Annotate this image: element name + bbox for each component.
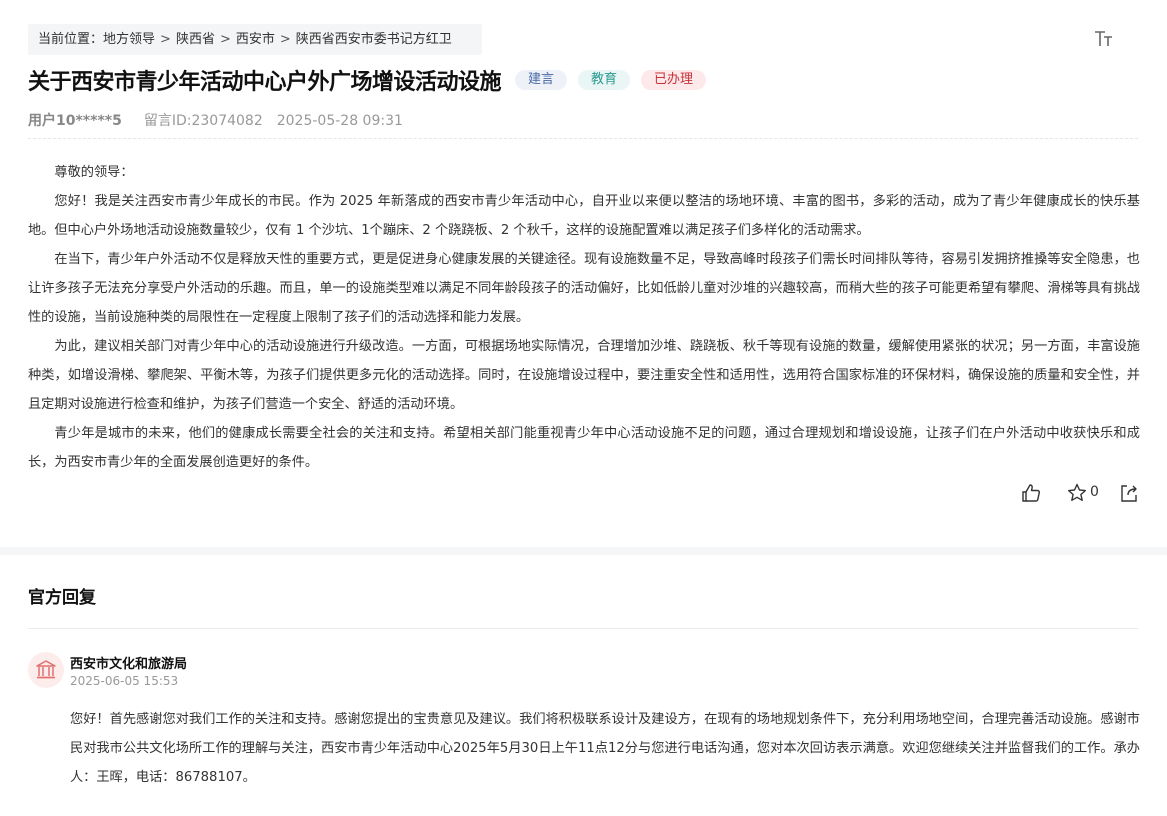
post-user: 用户10*****5 — [28, 113, 122, 129]
title-row: 关于西安市青少年活动中心户外广场增设活动设施 建言 教育 已办理 — [28, 64, 717, 96]
post-actions: 0 — [1018, 482, 1140, 504]
post-meta: 用户10*****5 留言ID:23074082 2025-05-28 09:31 — [28, 110, 403, 130]
post-section: 当前位置：地方领导 > 陕西省 > 西安市 > 陕西省西安市委书记方红卫 关于西安市青少年活… — [0, 0, 1167, 547]
breadcrumb-item-region[interactable]: 地方领导 — [103, 32, 155, 47]
post-paragraph: 尊敬的领导： — [54, 165, 134, 180]
status-badge: 已办理 — [641, 70, 707, 90]
divider — [28, 628, 1138, 629]
post-paragraph: 青少年是城市的未来，他们的健康成长需要全社会的关注和支持。希望相关部门能重视青少… — [28, 426, 1140, 470]
post-paragraph: 在当下，青少年户外活动不仅是释放天性的重要方式，更是促进身心健康发展的关键途径。… — [28, 252, 1140, 325]
breadcrumb-item-leader[interactable]: 陕西省西安市委书记方红卫 — [296, 32, 452, 47]
post-content: 尊敬的领导： 您好！我是关注西安市青少年成长的市民。作为 2025 年新落成的西… — [28, 158, 1140, 477]
post-datetime: 2025-05-28 09:31 — [276, 113, 403, 129]
message-id: 留言ID:23074082 — [143, 113, 263, 129]
breadcrumb-prefix: 当前位置： — [38, 32, 104, 47]
reply-datetime: 2025-06-05 15:53 — [70, 674, 179, 688]
star-count: 0 — [1090, 484, 1099, 500]
breadcrumb: 当前位置：地方领导 > 陕西省 > 西安市 > 陕西省西安市委书记方红卫 — [28, 24, 482, 55]
text-size-icon[interactable] — [1093, 28, 1115, 50]
breadcrumb-separator: > — [160, 32, 171, 47]
tag-education: 教育 — [578, 70, 631, 90]
breadcrumb-separator: > — [219, 32, 231, 47]
divider — [28, 138, 1138, 139]
reply-header: 官方回复 — [28, 588, 96, 608]
org-name: 西安市文化和旅游局 — [70, 657, 188, 672]
star-icon[interactable] — [1066, 482, 1088, 504]
post-paragraph: 您好！我是关注西安市青少年成长的市民。作为 2025 年新落成的西安市青少年活动… — [28, 194, 1140, 238]
government-building-icon — [28, 652, 64, 688]
breadcrumb-separator: > — [279, 32, 291, 47]
post-title: 关于西安市青少年活动中心户外广场增设活动设施 — [28, 70, 502, 95]
breadcrumb-item-city[interactable]: 西安市 — [236, 32, 275, 47]
tag-suggestion: 建言 — [515, 70, 568, 90]
share-icon[interactable] — [1118, 482, 1140, 504]
section-separator — [0, 547, 1167, 555]
breadcrumb-item-province[interactable]: 陕西省 — [176, 32, 215, 47]
thumbs-up-icon[interactable] — [1020, 482, 1042, 504]
post-paragraph: 为此，建议相关部门对青少年中心的活动设施进行升级改造。一方面，可根据场地实际情况… — [28, 339, 1140, 412]
reply-text: 您好！首先感谢您对我们工作的关注和支持。感谢您提出的宝贵意见及建议。我们将积极联… — [70, 712, 1140, 785]
